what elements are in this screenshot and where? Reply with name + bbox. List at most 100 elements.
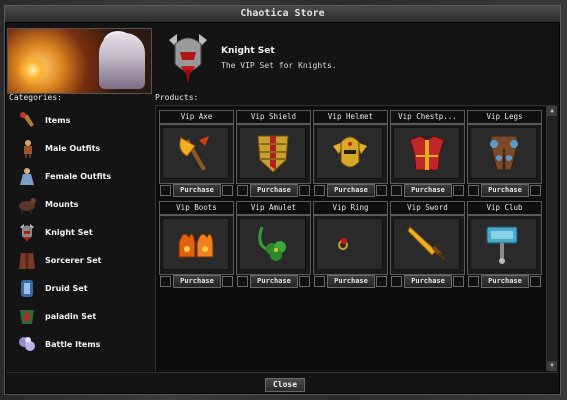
product-card-vip-shield: Vip Shield Purchase bbox=[236, 110, 311, 197]
close-button[interactable]: Close bbox=[265, 378, 305, 392]
product-card-vip-amulet: Vip Amulet Purchase bbox=[236, 201, 311, 288]
product-name: Vip Chestp... bbox=[390, 110, 465, 124]
category-label: Male Outfits bbox=[45, 144, 101, 153]
product-card-vip-club: Vip Club Purchase bbox=[467, 201, 542, 288]
category-female-outfits[interactable]: Female Outfits bbox=[10, 163, 151, 190]
sword-icon bbox=[407, 226, 446, 261]
product-card-vip-helmet: Vip Helmet Purchase bbox=[313, 110, 388, 197]
categories-label: Categories: bbox=[9, 93, 62, 102]
category-sorcerer-set[interactable]: Sorcerer Set bbox=[10, 247, 151, 274]
gift-checkbox[interactable] bbox=[314, 185, 325, 196]
category-label: Items bbox=[45, 116, 71, 125]
category-paladin-set[interactable]: paladin Set bbox=[10, 303, 151, 330]
knight-helmet-icon bbox=[20, 224, 34, 242]
scroll-up-icon[interactable]: ▲ bbox=[547, 106, 557, 116]
gift-checkbox[interactable] bbox=[391, 185, 402, 196]
paladin-armor-icon bbox=[20, 310, 34, 324]
product-name: Vip Shield bbox=[236, 110, 311, 124]
product-name: Vip Boots bbox=[159, 201, 234, 215]
footer-bar: Close bbox=[7, 372, 558, 393]
store-banner-image bbox=[7, 28, 152, 94]
category-battle-items[interactable]: Battle Items bbox=[10, 331, 151, 358]
category-items[interactable]: Items bbox=[10, 107, 151, 134]
gift-checkbox[interactable] bbox=[237, 185, 248, 196]
product-name: Vip Amulet bbox=[236, 201, 311, 215]
product-name: Vip Club bbox=[467, 201, 542, 215]
category-label: Mounts bbox=[45, 200, 79, 209]
info-checkbox[interactable] bbox=[299, 276, 310, 287]
window-title: Chaotica Store bbox=[5, 6, 560, 23]
product-name: Vip Legs bbox=[467, 110, 542, 124]
purchase-button[interactable]: Purchase bbox=[481, 184, 529, 197]
shield-icon bbox=[257, 135, 289, 173]
purchase-button[interactable]: Purchase bbox=[250, 275, 298, 288]
gift-checkbox[interactable] bbox=[160, 185, 171, 196]
info-checkbox[interactable] bbox=[453, 185, 464, 196]
info-checkbox[interactable] bbox=[222, 185, 233, 196]
products-label: Products: bbox=[155, 93, 199, 102]
featured-title: Knight Set bbox=[221, 46, 275, 56]
category-male-outfits[interactable]: Male Outfits bbox=[10, 135, 151, 162]
info-checkbox[interactable] bbox=[376, 185, 387, 196]
info-checkbox[interactable] bbox=[376, 276, 387, 287]
product-name: Vip Sword bbox=[390, 201, 465, 215]
gift-checkbox[interactable] bbox=[237, 276, 248, 287]
boots-icon bbox=[178, 233, 214, 258]
product-name: Vip Ring bbox=[313, 201, 388, 215]
male-outfit-icon bbox=[24, 140, 32, 158]
category-label: Druid Set bbox=[45, 284, 88, 293]
purchase-button[interactable]: Purchase bbox=[250, 184, 298, 197]
battle-items-icon bbox=[19, 337, 35, 351]
products-scrollbar[interactable]: ▲ ▼ bbox=[546, 106, 557, 371]
gift-checkbox[interactable] bbox=[314, 276, 325, 287]
purchase-button[interactable]: Purchase bbox=[173, 275, 221, 288]
scroll-down-icon[interactable]: ▼ bbox=[547, 361, 557, 371]
product-card-vip-boots: Vip Boots Purchase bbox=[159, 201, 234, 288]
category-label: paladin Set bbox=[45, 312, 97, 321]
info-checkbox[interactable] bbox=[222, 276, 233, 287]
purchase-button[interactable]: Purchase bbox=[327, 184, 375, 197]
product-card-vip-sword: Vip Sword Purchase bbox=[390, 201, 465, 288]
axe-icon bbox=[179, 136, 209, 171]
gift-checkbox[interactable] bbox=[160, 276, 171, 287]
info-checkbox[interactable] bbox=[453, 276, 464, 287]
category-knight-set[interactable]: Knight Set bbox=[10, 219, 151, 246]
product-card-vip-chestplate: Vip Chestp... Purchase bbox=[390, 110, 465, 197]
product-card-vip-ring: Vip Ring Purchase bbox=[313, 201, 388, 288]
purchase-button[interactable]: Purchase bbox=[173, 184, 221, 197]
knight-helmet-icon bbox=[169, 34, 207, 84]
sorcerer-robe-icon bbox=[19, 253, 35, 269]
store-window: Chaotica Store Knight Set The VIP Set fo… bbox=[4, 5, 561, 395]
club-icon bbox=[486, 226, 518, 264]
purchase-button[interactable]: Purchase bbox=[404, 275, 452, 288]
gift-checkbox[interactable] bbox=[468, 185, 479, 196]
category-druid-set[interactable]: Druid Set bbox=[10, 275, 151, 302]
category-label: Battle Items bbox=[45, 340, 101, 349]
product-card-vip-axe: Vip Axe Purchase bbox=[159, 110, 234, 197]
category-list: Items Male Outfits Female Outfits Mounts… bbox=[10, 107, 151, 369]
mount-icon bbox=[19, 198, 36, 214]
info-checkbox[interactable] bbox=[530, 276, 541, 287]
category-label: Knight Set bbox=[45, 228, 93, 237]
info-checkbox[interactable] bbox=[299, 185, 310, 196]
category-label: Female Outfits bbox=[45, 172, 112, 181]
amulet-icon bbox=[258, 226, 286, 261]
category-mounts[interactable]: Mounts bbox=[10, 191, 151, 218]
featured-description: The VIP Set for Knights. bbox=[221, 61, 337, 70]
items-icon bbox=[20, 112, 34, 127]
purchase-button[interactable]: Purchase bbox=[327, 275, 375, 288]
product-card-vip-legs: Vip Legs Purchase bbox=[467, 110, 542, 197]
purchase-button[interactable]: Purchase bbox=[404, 184, 452, 197]
chestplate-icon bbox=[409, 135, 445, 171]
ring-icon bbox=[338, 238, 348, 250]
gift-checkbox[interactable] bbox=[468, 276, 479, 287]
category-label: Sorcerer Set bbox=[45, 256, 102, 265]
gift-checkbox[interactable] bbox=[391, 276, 402, 287]
female-outfit-icon bbox=[20, 168, 34, 185]
druid-armor-icon bbox=[21, 280, 33, 297]
info-checkbox[interactable] bbox=[530, 185, 541, 196]
legs-icon bbox=[490, 135, 518, 171]
helmet-icon bbox=[333, 136, 367, 168]
product-name: Vip Helmet bbox=[313, 110, 388, 124]
purchase-button[interactable]: Purchase bbox=[481, 275, 529, 288]
